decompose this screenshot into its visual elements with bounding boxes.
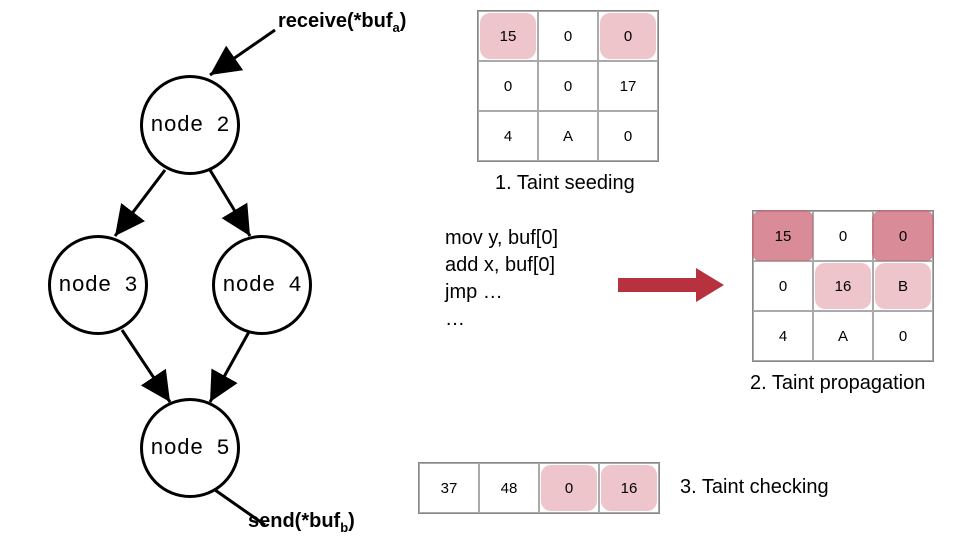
node-2-label: node 2 — [150, 113, 229, 138]
prop-cell: A — [813, 311, 873, 361]
node-4-label: node 4 — [222, 273, 301, 298]
send-label: send(*bufb) — [248, 510, 355, 535]
seed-cell: 0 — [538, 61, 598, 111]
prop-cell: 0 — [873, 211, 933, 261]
prop-cell: B — [873, 261, 933, 311]
node-2: node 2 — [140, 75, 240, 175]
prop-cell: 15 — [753, 211, 813, 261]
seed-cell: 4 — [478, 111, 538, 161]
send-sub: b — [340, 520, 348, 535]
receive-sub: a — [393, 20, 400, 35]
node-5-label: node 5 — [150, 436, 229, 461]
caption-seed: 1. Taint seeding — [495, 172, 635, 195]
grid-prop: 15 0 0 0 16 B 4 A 0 — [752, 210, 934, 362]
check-cell: 37 — [419, 463, 479, 513]
seed-cell: A — [538, 111, 598, 161]
seed-cell: 0 — [478, 61, 538, 111]
code-l4: … — [445, 308, 465, 330]
receive-label: receive(*bufa) — [278, 10, 406, 35]
check-cell: 0 — [539, 463, 599, 513]
node-4: node 4 — [212, 235, 312, 335]
check-cell: 48 — [479, 463, 539, 513]
seed-cell: 0 — [598, 11, 658, 61]
code-l3: jmp … — [445, 281, 503, 303]
prop-cell: 16 — [813, 261, 873, 311]
prop-cell: 0 — [753, 261, 813, 311]
receive-close: ) — [400, 10, 407, 32]
receive-text: receive(*buf — [278, 10, 393, 32]
seed-cell: 17 — [598, 61, 658, 111]
caption-check: 3. Taint checking — [680, 476, 829, 499]
prop-cell: 4 — [753, 311, 813, 361]
caption-prop: 2. Taint propagation — [750, 372, 925, 395]
code-l1: mov y, buf[0] — [445, 227, 558, 249]
code-l2: add x, buf[0] — [445, 254, 555, 276]
prop-cell: 0 — [813, 211, 873, 261]
seed-cell: 15 — [478, 11, 538, 61]
check-cell: 16 — [599, 463, 659, 513]
prop-cell: 0 — [873, 311, 933, 361]
grid-check: 37 48 0 16 — [418, 462, 660, 514]
seed-cell: 0 — [538, 11, 598, 61]
node-3-label: node 3 — [58, 273, 137, 298]
seed-cell: 0 — [598, 111, 658, 161]
code-block: mov y, buf[0] add x, buf[0] jmp … … — [445, 225, 558, 333]
send-close: ) — [348, 510, 355, 532]
propagation-arrow-icon — [618, 272, 728, 298]
node-3: node 3 — [48, 235, 148, 335]
node-5: node 5 — [140, 398, 240, 498]
send-text: send(*buf — [248, 510, 340, 532]
grid-seed: 15 0 0 0 0 17 4 A 0 — [477, 10, 659, 162]
